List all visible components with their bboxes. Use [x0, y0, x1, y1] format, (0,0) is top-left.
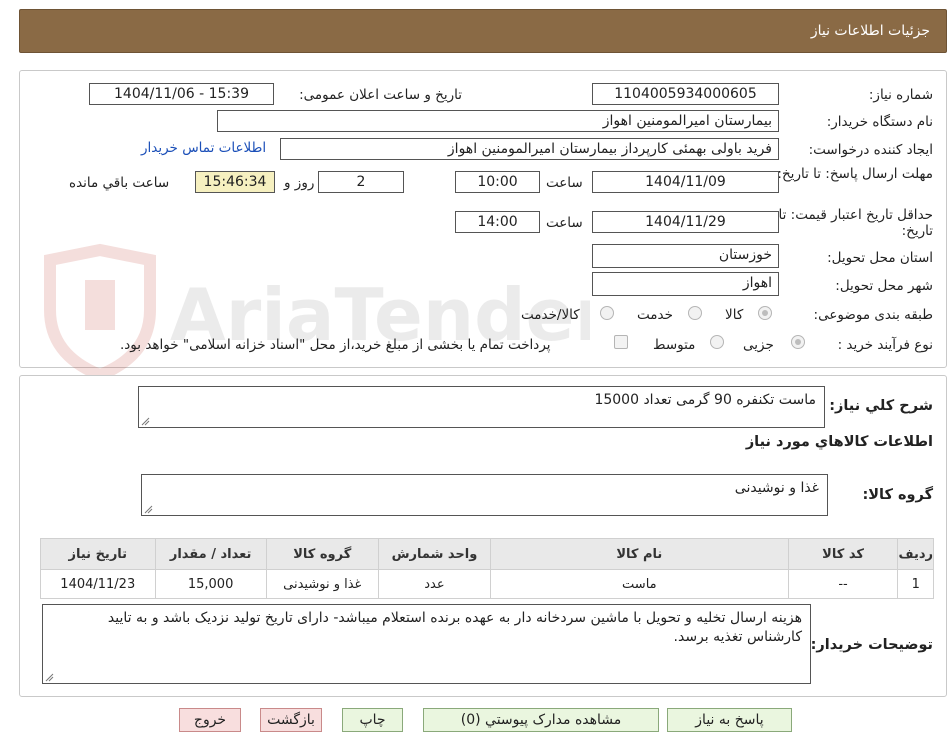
requester-field: فرید باولی بهمئی کارپرداز بیمارستان امیر… — [280, 138, 779, 160]
category-option-service: خدمت — [637, 307, 673, 323]
col-header-unit: واحد شمارش — [377, 538, 492, 570]
category-radio-goods-service[interactable] — [600, 306, 614, 320]
treasury-checkbox[interactable] — [614, 335, 628, 349]
goods-group-text: غذا و نوشیدنی — [734, 480, 819, 496]
category-radio-goods[interactable] — [758, 306, 772, 320]
remaining-time-field: 15:46:34 — [195, 171, 275, 193]
buyer-org-field: بیمارستان امیرالمومنین اهواز — [217, 110, 779, 132]
cell-need-date: 1404/11/23 — [40, 569, 156, 599]
col-header-item-name: نام کالا — [490, 538, 789, 570]
page-title: جزئیات اطلاعات نیاز — [810, 23, 930, 39]
cell-goods-group: غذا و نوشیدنی — [265, 569, 379, 599]
print-button[interactable]: چاپ — [342, 708, 403, 732]
price-validity-date: 1404/11/29 — [592, 211, 779, 233]
city-field: اهواز — [592, 272, 779, 296]
cell-unit: عدد — [377, 569, 492, 599]
col-header-goods-group: گروه کالا — [265, 538, 379, 570]
reply-deadline-time-label: ساعت — [546, 175, 583, 191]
remaining-days-field: 2 — [318, 171, 404, 193]
remaining-days-label: روز و — [284, 175, 315, 191]
resize-grip-icon — [45, 673, 54, 682]
cell-item-code: -- — [787, 569, 899, 599]
cell-item-name: ماست — [490, 569, 789, 599]
need-number-field: 1104005934000605 — [592, 83, 779, 105]
resize-grip-icon — [144, 505, 153, 514]
cell-row-number: 1 — [897, 569, 934, 599]
category-label: طبقه بندی موضوعی: — [813, 307, 933, 323]
col-header-row-number: رديف — [897, 538, 934, 570]
cell-quantity: 15,000 — [154, 569, 267, 599]
process-radio-medium[interactable] — [710, 335, 724, 349]
view-attachments-button[interactable]: مشاهده مدارک پیوستي (0) — [423, 708, 659, 732]
summary-textarea[interactable]: ماست تکنفره 90 گرمی تعداد 15000 — [138, 386, 825, 428]
exit-button[interactable]: خروج — [179, 708, 241, 732]
buyer-notes-label: توضیحات خریدار: — [810, 637, 933, 653]
col-header-item-code: کد کالا — [787, 538, 899, 570]
remaining-time-label: ساعت باقي مانده — [69, 175, 170, 191]
resize-grip-icon — [141, 417, 150, 426]
buyer-notes-textarea[interactable]: هزینه ارسال تخلیه و تحویل با ماشین سردخا… — [42, 604, 811, 684]
reply-button[interactable]: پاسخ به نیاز — [667, 708, 792, 732]
category-option-goods-service: کالا/خدمت — [521, 307, 580, 323]
province-field: خوزستان — [592, 244, 779, 268]
price-validity-time-label: ساعت — [546, 215, 583, 231]
process-option-medium: متوسط — [653, 337, 696, 353]
goods-info-title: اطلاعات کالاهاي مورد نياز — [745, 434, 933, 450]
category-option-goods: کالا — [725, 307, 744, 323]
goods-group-label: گروه کالا: — [862, 487, 933, 503]
province-label: استان محل تحویل: — [827, 250, 933, 266]
category-radio-service[interactable] — [688, 306, 702, 320]
price-validity-time: 14:00 — [455, 211, 540, 233]
buyer-notes-text: هزینه ارسال تخلیه و تحویل با ماشین سردخا… — [107, 610, 802, 645]
reply-deadline-label: مهلت ارسال پاسخ: تا تاریخ: — [777, 166, 933, 182]
items-table: رديف کد کالا نام کالا واحد شمارش گروه کا… — [40, 538, 934, 599]
announce-datetime-field: 1404/11/06 - 15:39 — [89, 83, 274, 105]
process-option-minor: جزیی — [743, 337, 774, 353]
requester-label: ایجاد کننده درخواست: — [808, 142, 933, 158]
need-number-label: شماره نیاز: — [868, 87, 933, 103]
table-header-row: رديف کد کالا نام کالا واحد شمارش گروه کا… — [40, 538, 934, 570]
price-validity-label: حداقل تاریخ اعتبار قیمت: تا تاریخ: — [778, 207, 933, 239]
process-type-label: نوع فرآیند خرید : — [837, 337, 933, 353]
treasury-note: پرداخت تمام یا بخشی از مبلغ خرید،از محل … — [120, 337, 551, 353]
buyer-org-label: نام دستگاه خریدار: — [826, 114, 933, 130]
summary-label: شرح کلي نياز: — [829, 398, 933, 414]
col-header-quantity: تعداد / مقدار — [154, 538, 267, 570]
city-label: شهر محل تحویل: — [835, 278, 933, 294]
col-header-need-date: تاریخ نیاز — [40, 538, 156, 570]
reply-deadline-date: 1404/11/09 — [592, 171, 779, 193]
summary-text: ماست تکنفره 90 گرمی تعداد 15000 — [594, 392, 816, 408]
table-row: 1 -- ماست عدد غذا و نوشیدنی 15,000 1404/… — [40, 569, 934, 599]
announce-datetime-label: تاریخ و ساعت اعلان عمومی: — [299, 87, 462, 103]
page-header: جزئیات اطلاعات نیاز — [19, 9, 947, 53]
buyer-contact-link[interactable]: اطلاعات تماس خریدار — [141, 140, 266, 156]
reply-deadline-time: 10:00 — [455, 171, 540, 193]
process-radio-minor[interactable] — [791, 335, 805, 349]
back-button[interactable]: بازگشت — [260, 708, 322, 732]
goods-group-textarea[interactable]: غذا و نوشیدنی — [141, 474, 828, 516]
